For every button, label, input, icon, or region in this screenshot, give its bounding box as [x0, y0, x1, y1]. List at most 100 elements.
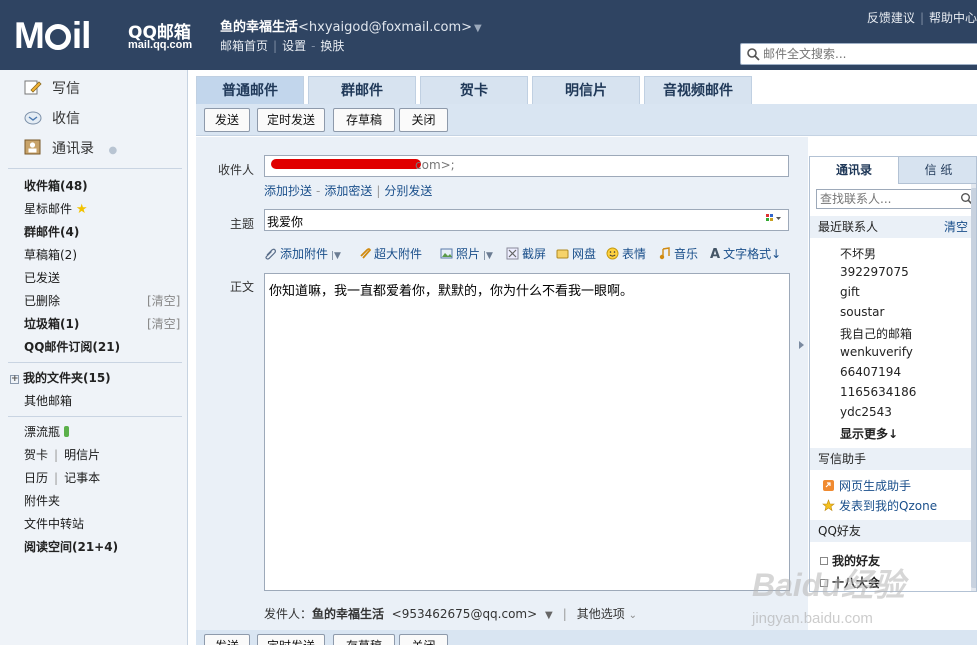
- app-card[interactable]: 贺卡: [24, 448, 48, 462]
- contact-item[interactable]: soustar: [840, 305, 884, 319]
- clear-recent-link[interactable]: 清空: [944, 216, 968, 238]
- mail-search[interactable]: [740, 43, 977, 65]
- expand-icon[interactable]: +: [10, 375, 19, 384]
- tab-av-mail[interactable]: 音视频邮件: [644, 76, 752, 104]
- contact-item[interactable]: 392297075: [840, 265, 909, 279]
- qq-group-item[interactable]: 十八大会: [820, 574, 880, 591]
- clear-spam-link[interactable]: [清空]: [147, 315, 180, 332]
- send-button[interactable]: 发送: [204, 108, 250, 132]
- write-mail-button[interactable]: 写信: [24, 78, 80, 98]
- schedule-send-button[interactable]: 定时发送: [257, 108, 325, 132]
- save-draft-button[interactable]: 存草稿: [333, 108, 395, 132]
- contact-search[interactable]: [816, 189, 976, 209]
- folder-sent[interactable]: 已发送: [24, 269, 60, 286]
- tab-stationery[interactable]: 信 纸: [899, 157, 976, 184]
- photo-button[interactable]: 照片 |▼: [440, 245, 493, 262]
- add-cc-link[interactable]: 添加抄送: [264, 184, 312, 198]
- contact-item[interactable]: wenkuverify: [840, 345, 913, 359]
- chevron-down-icon[interactable]: |▼: [483, 251, 493, 261]
- folder-subscriptions[interactable]: QQ邮件订阅(21): [24, 338, 120, 355]
- helper-qzone[interactable]: 发表到我的Qzone: [822, 497, 937, 514]
- contact-item[interactable]: 1165634186: [840, 385, 916, 399]
- folder-spam[interactable]: 垃圾箱(1): [24, 315, 79, 332]
- chevron-down-icon[interactable]: ▼: [474, 23, 482, 34]
- contact-item[interactable]: 66407194: [840, 365, 901, 379]
- contacts-button[interactable]: 通讯录 ●: [24, 138, 117, 158]
- folder-deleted[interactable]: 已删除: [24, 292, 60, 309]
- helper-web-page[interactable]: 网页生成助手: [822, 477, 911, 494]
- send-separately-link[interactable]: 分别发送: [384, 184, 432, 198]
- link-help[interactable]: 帮助中心: [929, 11, 977, 25]
- app-drift-bottle[interactable]: 漂流瓶: [24, 423, 69, 440]
- chevron-down-icon[interactable]: |▼: [331, 251, 341, 261]
- body-editor[interactable]: 你知道嘛，我一直都爱着你，默默的，你为什么不看我一眼啊。: [264, 273, 790, 591]
- folder-drafts[interactable]: 草稿箱(2): [24, 246, 77, 263]
- sender-email[interactable]: <953462675@qq.com>: [392, 607, 538, 621]
- qqmail-logo[interactable]: Mil QQ邮箱 mail.qq.com: [14, 14, 204, 60]
- tab-normal-mail[interactable]: 普通邮件: [196, 76, 304, 104]
- schedule-send-button-bottom[interactable]: 定时发送: [257, 634, 325, 645]
- app-calendar[interactable]: 日历: [24, 471, 48, 485]
- music-button[interactable]: 音乐: [658, 245, 698, 262]
- folder-group-mail[interactable]: 群邮件(4): [24, 223, 79, 240]
- folder-starred[interactable]: 星标邮件 ★: [24, 200, 88, 217]
- contacts-panel: 通讯录 信 纸 最近联系人清空 不坏男 392297075 gift soust…: [809, 156, 977, 592]
- app-postcard[interactable]: 明信片: [64, 448, 100, 462]
- big-attachment-button[interactable]: 超大附件: [358, 245, 422, 262]
- account-switcher[interactable]: 鱼的幸福生活<hxyaigod@foxmail.com> ▼: [220, 16, 482, 35]
- color-grid-icon[interactable]: [766, 214, 782, 224]
- add-bcc-link[interactable]: 添加密送: [324, 184, 372, 198]
- chevron-down-icon[interactable]: ▼: [545, 610, 553, 621]
- tab-postcard[interactable]: 明信片: [532, 76, 640, 104]
- expand-icon[interactable]: [820, 557, 828, 565]
- tab-contacts[interactable]: 通讯录: [810, 157, 899, 184]
- add-attachment-button[interactable]: 添加附件 |▼: [264, 245, 341, 262]
- send-button-bottom[interactable]: 发送: [204, 634, 250, 645]
- clear-deleted-link[interactable]: [清空]: [147, 292, 180, 309]
- link-skin[interactable]: 换肤: [320, 39, 344, 53]
- qzone-star-icon: [822, 499, 835, 512]
- search-input[interactable]: [763, 46, 973, 62]
- receive-mail-button[interactable]: 收信: [24, 108, 80, 128]
- logo-mark: Mil: [14, 15, 91, 56]
- sender-name: 鱼的幸福生活: [312, 607, 385, 621]
- double-chevron-icon[interactable]: ⌄: [629, 610, 637, 621]
- app-attachments[interactable]: 附件夹: [24, 492, 60, 509]
- contact-search-input[interactable]: [820, 192, 960, 206]
- other-mailbox[interactable]: 其他邮箱: [24, 392, 72, 409]
- contact-item[interactable]: 我自己的邮箱: [840, 325, 912, 342]
- show-more-link[interactable]: 显示更多↓: [840, 425, 898, 442]
- close-button-bottom[interactable]: 关闭: [399, 634, 448, 645]
- app-reading-space[interactable]: 阅读空间(21+4): [24, 538, 118, 555]
- app-notes[interactable]: 记事本: [64, 471, 100, 485]
- top-header: Mil QQ邮箱 mail.qq.com 鱼的幸福生活<hxyaigod@fox…: [0, 0, 977, 70]
- link-mail-home[interactable]: 邮箱首页: [220, 39, 268, 53]
- folder-inbox[interactable]: 收件箱(48): [24, 177, 88, 194]
- panel-toggle-icon[interactable]: [799, 341, 804, 349]
- cloud-disk-button[interactable]: 网盘: [556, 245, 596, 262]
- contact-item[interactable]: 不坏男: [840, 245, 876, 262]
- subject-field[interactable]: 我爱你: [264, 209, 789, 231]
- other-options-link[interactable]: 其他选项: [577, 607, 625, 621]
- qq-group-item[interactable]: 我的好友: [820, 552, 880, 569]
- disk-icon: [556, 249, 569, 259]
- contact-item[interactable]: gift: [840, 285, 860, 299]
- expand-icon[interactable]: [820, 579, 828, 587]
- save-draft-button-bottom[interactable]: 存草稿: [333, 634, 395, 645]
- link-settings[interactable]: 设置: [282, 39, 306, 53]
- panel-scrollbar[interactable]: [971, 184, 976, 591]
- search-icon[interactable]: [746, 47, 760, 61]
- tab-group-mail[interactable]: 群邮件: [308, 76, 416, 104]
- close-button[interactable]: 关闭: [399, 108, 448, 132]
- screenshot-button[interactable]: 截屏: [506, 245, 546, 262]
- my-folders[interactable]: + 我的文件夹(15): [10, 369, 111, 386]
- to-field[interactable]: com>;: [264, 155, 789, 177]
- emoji-button[interactable]: 表情: [606, 245, 646, 262]
- text-format-button[interactable]: A 文字格式↓: [710, 245, 781, 262]
- contact-item[interactable]: ydc2543: [840, 405, 892, 419]
- tab-card[interactable]: 贺卡: [420, 76, 528, 104]
- scrollbar-thumb[interactable]: [971, 188, 976, 588]
- left-sidebar: 写信 收信 通讯录 ● 收件箱(48) 星标邮件 ★ 群邮件(4) 草稿箱(2)…: [0, 70, 188, 645]
- app-file-transfer[interactable]: 文件中转站: [24, 515, 84, 532]
- link-feedback[interactable]: 反馈建议: [867, 11, 915, 25]
